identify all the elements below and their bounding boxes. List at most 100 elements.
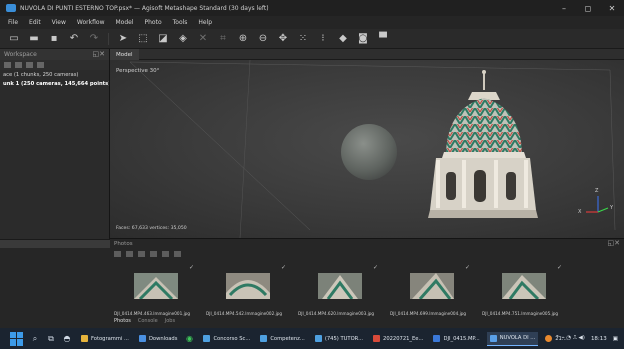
maximize-button[interactable]: ◻ <box>576 0 600 16</box>
rectangle-selection-icon[interactable]: ⬚ <box>137 33 149 45</box>
camera-icon[interactable]: ◙ <box>357 33 369 45</box>
zoom-out-icon[interactable]: ⊖ <box>257 33 269 45</box>
photo-thumbnail[interactable]: ✓ DJI_0414.MP4.751.Immagine005.jpg <box>478 261 570 316</box>
photo-thumbnail[interactable]: ✓ DJI_0414.MP4.542.Immagine002.jpg <box>202 261 294 316</box>
panel-float-close-icon[interactable]: ◱✕ <box>93 50 105 58</box>
workspace-root-item[interactable]: ace (1 chunks, 250 cameras) <box>3 72 109 81</box>
photo-aligned-check-icon: ✓ <box>556 264 562 271</box>
chunk-item[interactable]: unk 1 (250 cameras, 145,664 points) [T] <box>3 81 109 90</box>
axis-z-label: Z <box>595 188 599 194</box>
taskbar-app-video[interactable]: DJI_0415.MP... <box>430 332 482 346</box>
crop-icon[interactable]: ⌗ <box>217 33 229 45</box>
model-viewport[interactable]: Perspective 30° Faces: 67,633 vertices: … <box>110 60 624 238</box>
menu-help[interactable]: Help <box>198 19 212 26</box>
photo-filename: DJI_0414.MP4.542.Immagine002.jpg <box>206 311 283 316</box>
menu-edit[interactable]: Edit <box>29 19 41 26</box>
clock[interactable]: 18:13 <box>591 336 607 342</box>
photo-filter-icon[interactable] <box>150 251 157 257</box>
window-title: NUVOLA DI PUNTI ESTERNO TOP.psx* — Agiso… <box>20 4 269 12</box>
rotate-photo-icon[interactable] <box>138 251 145 257</box>
save-icon[interactable]: ▪ <box>48 33 60 45</box>
taskbar-app-pdf[interactable]: 20220721_Ee... <box>370 332 426 346</box>
point-cloud-icon[interactable]: ⁙ <box>297 33 309 45</box>
photo-thumbnails: ✓ DJI_0414.MP4.463.Immagine001.jpg ✓ DJI… <box>110 261 624 316</box>
taskbar-browser-icon[interactable]: ◓ <box>62 334 72 344</box>
tab-jobs[interactable]: Jobs <box>165 318 175 326</box>
workspace-settings-icon[interactable] <box>37 62 44 68</box>
taskbar-app-label: (745) TUTOR... <box>324 335 364 342</box>
undo-icon[interactable]: ↶ <box>68 33 80 45</box>
menu-tools[interactable]: Tools <box>173 19 188 26</box>
photos-header: Photos ◱✕ <box>110 239 624 249</box>
region-line <box>239 60 251 238</box>
grid-view-icon[interactable]: ⁝ <box>317 33 329 45</box>
photo-thumbnail-image <box>502 273 546 299</box>
redo-icon[interactable]: ↷ <box>88 33 100 45</box>
pdf-icon <box>373 335 381 342</box>
photo-thumbnail[interactable]: ✓ DJI_0414.MP4.620.Immagine003.jpg <box>294 261 386 316</box>
taskbar-app-label: Downloads <box>148 335 178 342</box>
workspace-title: Workspace <box>4 51 37 58</box>
open-folder-icon[interactable]: ▬ <box>28 33 40 45</box>
model-shaded-icon[interactable]: ◆ <box>337 33 349 45</box>
axis-x-label: X <box>578 209 582 215</box>
taskbar-app-label: 20220721_Ee... <box>383 335 424 342</box>
close-button[interactable]: ✕ <box>600 0 624 16</box>
menu-bar: File Edit View Workflow Model Photo Tool… <box>0 16 624 29</box>
tab-photos[interactable]: Photos <box>114 318 131 326</box>
taskbar-app-metashape[interactable]: NUVOLA DI ... <box>486 331 539 346</box>
menu-workflow[interactable]: Workflow <box>77 19 105 26</box>
photos-float-close-icon[interactable]: ◱✕ <box>608 239 620 247</box>
reset-view-icon[interactable]: ✥ <box>277 33 289 45</box>
rotation-sphere <box>341 124 397 180</box>
taskbar-app-label: Concorso Sc... <box>213 335 251 342</box>
zoom-in-icon[interactable]: ⊕ <box>237 33 249 45</box>
reference-panel-area <box>0 248 110 328</box>
add-photos-icon[interactable] <box>15 62 22 68</box>
reset-filter-icon[interactable] <box>162 251 169 257</box>
menu-photo[interactable]: Photo <box>145 19 162 26</box>
menu-view[interactable]: View <box>52 19 66 26</box>
photo-aligned-check-icon: ✓ <box>188 264 194 271</box>
photo-thumbnail[interactable]: ✓ DJI_0414.MP4.699.Immagine004.jpg <box>386 261 478 316</box>
delete-selection-icon[interactable]: ✕ <box>197 33 209 45</box>
photo-aligned-check-icon: ✓ <box>372 264 378 271</box>
workspace-scrollbar[interactable] <box>0 239 110 248</box>
region-line <box>129 61 311 231</box>
axis-y-label: Y <box>610 205 614 211</box>
tab-model[interactable]: Model <box>110 49 139 60</box>
taskbar-app-competenze[interactable]: Competenz... <box>257 332 308 346</box>
navigation-cursor-icon[interactable]: ➤ <box>117 33 129 45</box>
notification-icon[interactable]: ▣ <box>613 336 618 342</box>
new-project-icon[interactable]: ▭ <box>8 33 20 45</box>
taskbar-app-tutorial[interactable]: (745) TUTOR... <box>312 332 366 346</box>
taskbar-app-fotogrammi[interactable]: Fotogrammi ... <box>78 332 132 346</box>
add-chunk-icon[interactable] <box>4 62 11 68</box>
photo-thumbnail[interactable]: ✓ DJI_0414.MP4.463.Immagine001.jpg <box>110 261 202 316</box>
tray-icons[interactable]: ^ ⌁ ◔ ⎍ ◀) <box>555 335 585 342</box>
photo-filename: DJI_0414.MP4.751.Immagine005.jpg <box>482 311 559 316</box>
photo-thumbnail-image <box>226 273 270 299</box>
windows-start-icon[interactable] <box>10 331 24 346</box>
remove-item-icon[interactable] <box>26 62 33 68</box>
whatsapp-icon[interactable]: ◉ <box>184 334 194 344</box>
minimize-button[interactable]: – <box>552 0 576 16</box>
menu-file[interactable]: File <box>8 19 18 26</box>
tab-console[interactable]: Console <box>138 318 158 326</box>
menu-model[interactable]: Model <box>115 19 133 26</box>
view-mode-icon[interactable] <box>174 251 181 257</box>
show-cameras-icon[interactable]: ▀ <box>377 33 389 45</box>
model-tool-icon[interactable]: ◪ <box>157 33 169 45</box>
taskbar-app-concorso[interactable]: Concorso Sc... <box>200 332 253 346</box>
shape-tool-icon[interactable]: ◈ <box>177 33 189 45</box>
task-view-icon[interactable]: ⧉ <box>46 334 56 344</box>
search-icon[interactable]: ⌕ <box>30 334 40 344</box>
taskbar-app-downloads[interactable]: Downloads <box>136 332 181 346</box>
dome-3d-model <box>428 70 538 218</box>
remove-photo-icon[interactable] <box>126 251 133 257</box>
workspace-panel: Workspace ◱✕ ace (1 chunks, 250 cameras)… <box>0 49 110 248</box>
axis-gizmo <box>586 196 609 213</box>
window-controls: – ◻ ✕ <box>552 0 624 16</box>
add-photo-icon[interactable] <box>114 251 121 257</box>
photos-title: Photos <box>114 241 133 247</box>
